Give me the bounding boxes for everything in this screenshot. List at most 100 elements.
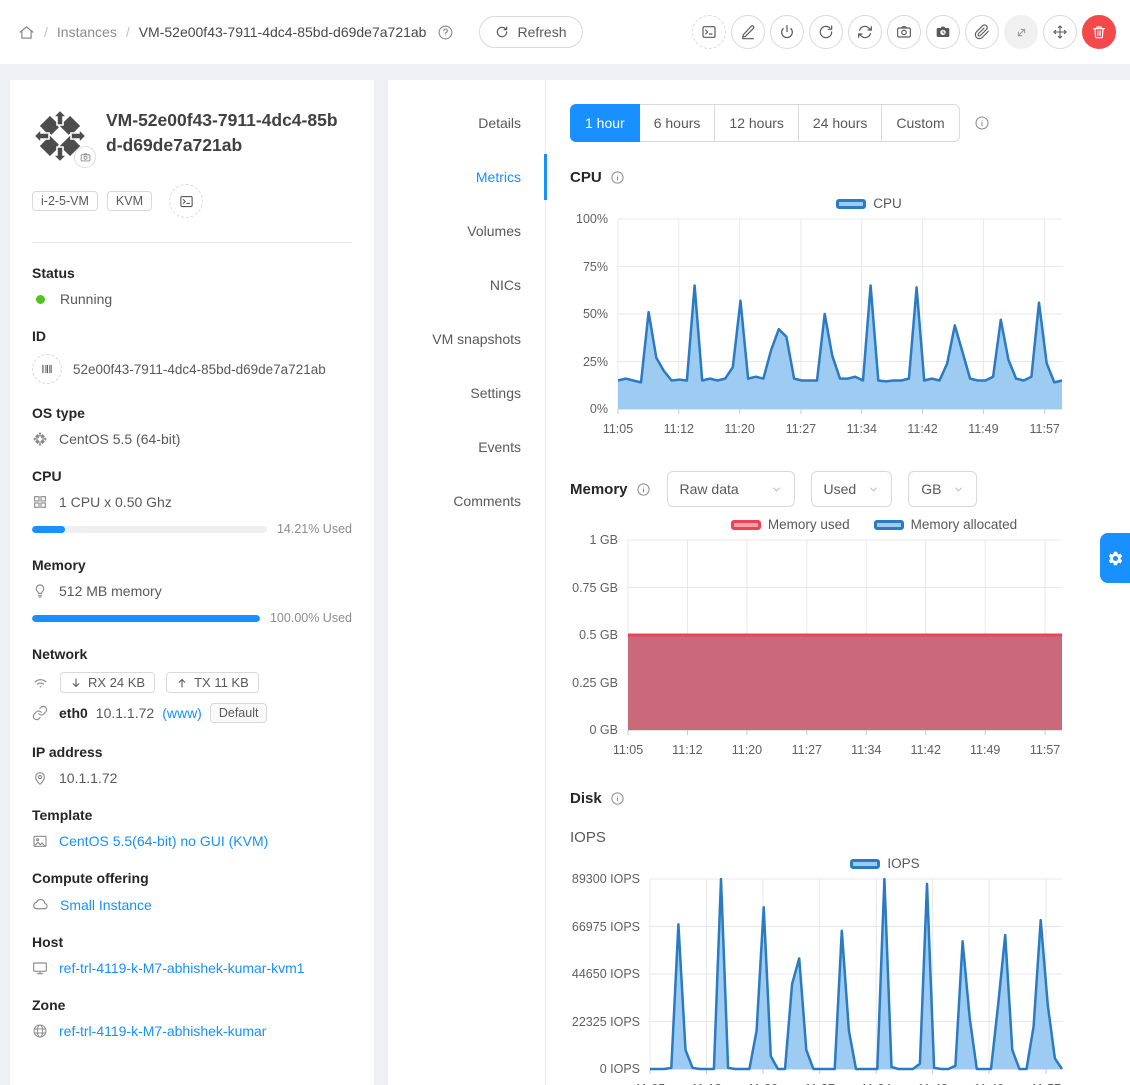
snapshot-schedule-icon — [935, 24, 951, 40]
info-icon[interactable] — [974, 115, 990, 131]
power-icon — [779, 24, 795, 40]
legend-item[interactable]: CPU — [836, 196, 902, 211]
disk-chart-title: Disk — [570, 790, 602, 807]
legend-item[interactable]: Memory allocated — [874, 517, 1018, 532]
x-axis-tick: 11:05 — [613, 743, 643, 757]
reboot-vm-button[interactable] — [809, 15, 843, 49]
y-axis-tick: 0.75 GB — [572, 581, 618, 595]
ip-value: 10.1.1.72 — [59, 770, 117, 786]
template-section: Template CentOS 5.5(64-bit) no GUI (KVM) — [32, 807, 352, 849]
info-icon[interactable] — [610, 791, 625, 806]
tab-comments[interactable]: Comments — [388, 474, 545, 528]
camera-icon — [80, 152, 91, 163]
stop-vm-button[interactable] — [770, 15, 804, 49]
reinstall-vm-button[interactable] — [848, 15, 882, 49]
memory-usage-bar — [32, 615, 260, 622]
breadcrumb-separator: / — [44, 24, 48, 40]
x-axis-tick: 11:20 — [732, 743, 762, 757]
action-toolbar — [692, 15, 1116, 49]
page-content: VM-52e00f43-7911-4dc4-85bd-d69de7a721ab … — [0, 64, 1130, 1085]
time-range-group: 1 hour 6 hours 12 hours 24 hours Custom — [570, 104, 960, 142]
change-icon-camera-badge[interactable] — [74, 146, 96, 168]
cpu-grid-icon — [32, 494, 48, 510]
range-6-hours[interactable]: 6 hours — [639, 104, 716, 142]
project-settings-fab[interactable] — [1100, 533, 1130, 583]
nic-network-link[interactable]: (www) — [162, 705, 202, 721]
memory-chart-header: Memory Raw data Used GB — [570, 471, 1120, 507]
refresh-button[interactable]: Refresh — [479, 16, 582, 48]
disk-legend: IOPS — [650, 856, 1120, 871]
destroy-vm-button[interactable] — [1082, 15, 1116, 49]
tab-events[interactable]: Events — [388, 420, 545, 474]
cpu-usage-bar — [32, 526, 267, 533]
memory-data-mode-select[interactable]: Raw data — [667, 471, 795, 507]
legend-swatch — [874, 520, 904, 530]
host-label: Host — [32, 934, 352, 950]
vm-header: VM-52e00f43-7911-4dc4-85bd-d69de7a721ab — [32, 108, 352, 164]
range-1-hour[interactable]: 1 hour — [570, 104, 640, 142]
breadcrumb-instances[interactable]: Instances — [57, 24, 117, 40]
id-section: ID 52e00f43-7911-4dc4-85bd-d69de7a721ab — [32, 328, 352, 384]
range-12-hours[interactable]: 12 hours — [714, 104, 798, 142]
os-type-value: CentOS 5.5 (64-bit) — [59, 431, 180, 447]
compute-offering-section: Compute offering Small Instance — [32, 870, 352, 913]
y-axis-tick: 0.25 GB — [572, 676, 618, 690]
y-axis-tick: 66975 IOPS — [572, 920, 640, 934]
memory-unit-value: GB — [921, 481, 941, 497]
range-custom[interactable]: Custom — [881, 104, 959, 142]
time-range-row: 1 hour 6 hours 12 hours 24 hours Custom — [570, 104, 1120, 142]
compute-offering-link[interactable]: Small Instance — [60, 897, 152, 913]
info-icon[interactable] — [636, 482, 651, 497]
legend-swatch — [836, 199, 866, 209]
tab-details[interactable]: Details — [388, 96, 545, 150]
breadcrumb-current: VM-52e00f43-7911-4dc4-85bd-d69de7a721ab — [139, 24, 427, 40]
cpu-usage-text: 14.21% Used — [277, 522, 352, 536]
scale-vm-button[interactable] — [1004, 15, 1038, 49]
console-button[interactable] — [692, 15, 726, 49]
link-icon — [32, 705, 48, 721]
attach-iso-button[interactable] — [965, 15, 999, 49]
zone-link[interactable]: ref-trl-4119-k-M7-abhishek-kumar — [59, 1023, 266, 1039]
disk-iops-chart: IOPS 0 IOPS22325 IOPS44650 IOPS66975 IOPS… — [570, 856, 1120, 1085]
chevron-down-icon — [771, 484, 782, 495]
x-axis-labels: 11:0511:1211:2011:2711:3411:4211:4911:57 — [628, 736, 1062, 760]
tab-metrics[interactable]: Metrics — [388, 150, 545, 204]
tab-nics[interactable]: NICs — [388, 258, 545, 312]
active-tab-indicator — [544, 154, 547, 200]
cpu-section: CPU 1 CPU x 0.50 Ghz 14.21% Used — [32, 468, 352, 536]
memory-metric-select[interactable]: Used — [811, 471, 893, 507]
help-icon[interactable] — [437, 24, 454, 41]
host-section: Host ref-trl-4119-k-M7-abhishek-kumar-kv… — [32, 934, 352, 976]
globe-icon — [32, 1023, 48, 1039]
template-link[interactable]: CentOS 5.5(64-bit) no GUI (KVM) — [59, 833, 268, 849]
migrate-vm-button[interactable] — [1043, 15, 1077, 49]
y-axis-tick: 22325 IOPS — [572, 1015, 640, 1029]
nic-name: eth0 — [59, 705, 88, 721]
tab-settings[interactable]: Settings — [388, 366, 545, 420]
host-link[interactable]: ref-trl-4119-k-M7-abhishek-kumar-kvm1 — [59, 960, 305, 976]
picture-icon — [32, 833, 48, 849]
tab-volumes[interactable]: Volumes — [388, 204, 545, 258]
disk-chart-header: Disk — [570, 790, 1120, 807]
memory-unit-select[interactable]: GB — [908, 471, 977, 507]
take-snapshot-button[interactable] — [887, 15, 921, 49]
cpu-label: CPU — [32, 468, 352, 484]
range-24-hours[interactable]: 24 hours — [798, 104, 882, 142]
tab-vm-snapshots[interactable]: VM snapshots — [388, 312, 545, 366]
legend-item[interactable]: Memory used — [731, 517, 850, 532]
legend-swatch — [850, 859, 880, 869]
edit-button[interactable] — [731, 15, 765, 49]
disk-plot-area — [650, 879, 1062, 1075]
y-axis-tick: 0 GB — [590, 723, 619, 737]
disk-plot-row: 0 IOPS22325 IOPS44650 IOPS66975 IOPS8930… — [570, 879, 1120, 1075]
cloud-icon — [32, 896, 49, 913]
scheduled-snapshot-button[interactable] — [926, 15, 960, 49]
chevron-down-icon — [868, 484, 879, 495]
home-icon[interactable] — [18, 24, 35, 41]
memory-usage-text: 100.00% Used — [270, 611, 352, 625]
info-icon[interactable] — [610, 170, 625, 185]
legend-item[interactable]: IOPS — [850, 856, 919, 871]
attach-iso-icon — [974, 24, 990, 40]
open-console-button[interactable] — [169, 184, 203, 218]
x-axis-tick: 11:42 — [911, 743, 941, 757]
